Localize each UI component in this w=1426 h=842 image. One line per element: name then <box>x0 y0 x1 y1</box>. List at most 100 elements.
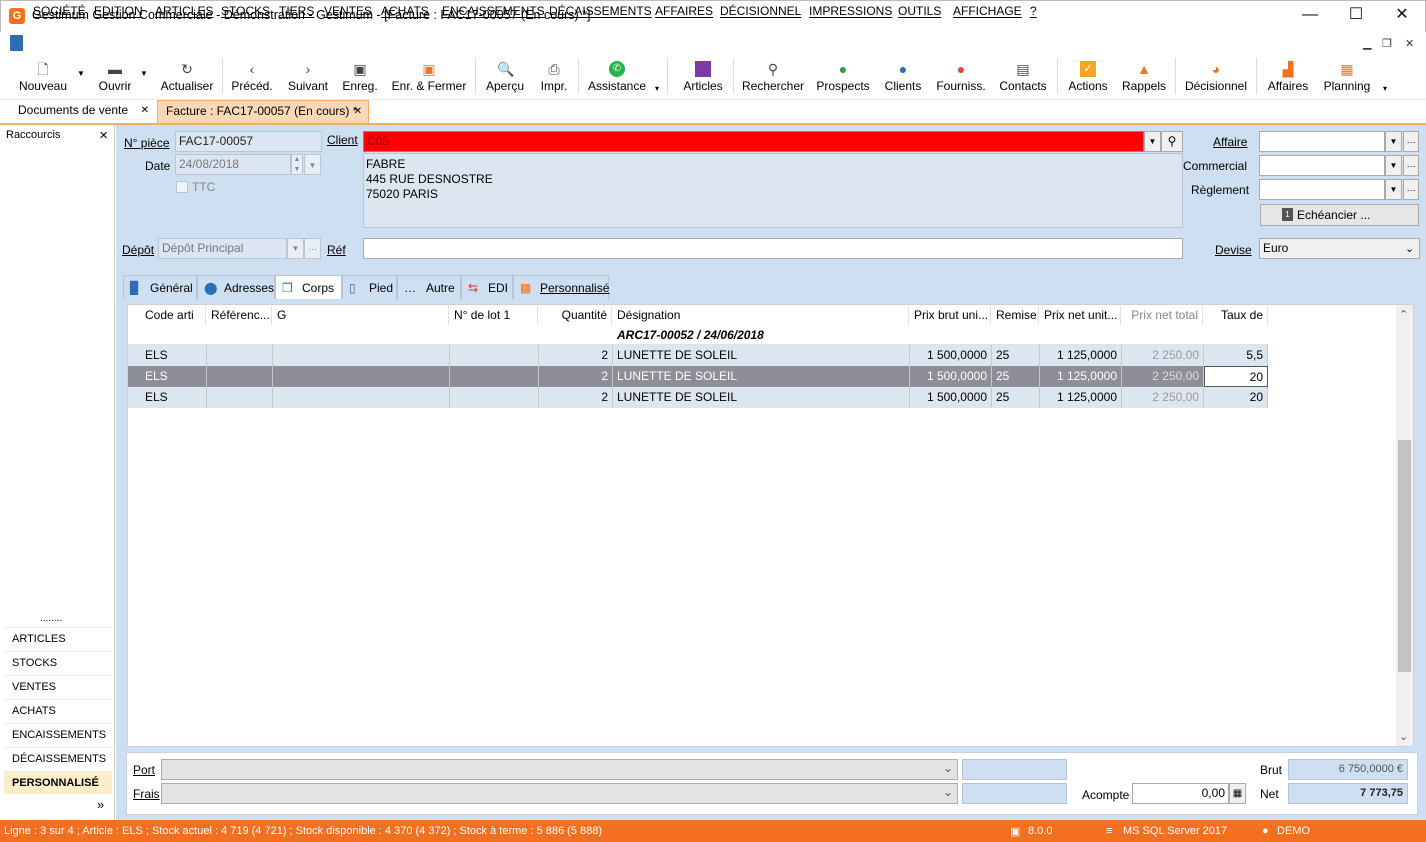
shortcut-personnalise[interactable]: PERSONNALISÉ <box>4 771 112 794</box>
menu-stocks[interactable]: STOCKS <box>221 4 270 18</box>
col-header-prix-net-total[interactable]: Prix net total <box>1122 306 1203 325</box>
toolbar-overflow-icon[interactable]: ▾ <box>655 84 659 93</box>
cell-remise[interactable]: 25 <box>992 345 1040 366</box>
tab-adresses[interactable]: ⬤ Adresses <box>197 275 275 299</box>
date-spinner[interactable]: ▲ ▼ <box>291 154 303 175</box>
commercial-field[interactable] <box>1259 155 1385 176</box>
table-row-selected[interactable]: ELS 2 LUNETTE DE SOLEIL 1 500,0000 25 1 … <box>128 366 1268 387</box>
frais-select[interactable] <box>161 783 958 804</box>
table-row[interactable]: ELS 2 LUNETTE DE SOLEIL 1 500,0000 25 1 … <box>128 387 1268 408</box>
cell-reference[interactable] <box>207 387 273 408</box>
cell-designation[interactable]: LUNETTE DE SOLEIL <box>613 366 910 387</box>
shortcuts-splitter[interactable]: ........ <box>40 613 62 624</box>
cell-remise[interactable]: 25 <box>992 366 1040 387</box>
shortcut-decaissements[interactable]: DÉCAISSEMENTS <box>4 747 112 770</box>
devise-select[interactable]: Euro <box>1259 238 1420 259</box>
depot-dropdown-icon[interactable]: ▼ <box>287 238 304 259</box>
cell-designation[interactable]: LUNETTE DE SOLEIL <box>613 387 910 408</box>
save-close-button[interactable]: ▣ Enr. & Fermer <box>389 54 469 100</box>
cell-reference[interactable] <box>207 345 273 366</box>
menu-achats[interactable]: ACHATS <box>381 4 429 18</box>
search-button[interactable]: ⚲ Rechercher <box>740 54 806 100</box>
tab-personnalise[interactable]: ▩ Personnalisé <box>513 275 609 299</box>
refresh-button[interactable]: ↻ Actualiser <box>156 54 218 100</box>
menu-ventes[interactable]: VENTES <box>324 4 372 18</box>
cell-reference[interactable] <box>207 366 273 387</box>
date-dropdown-icon[interactable]: ▼ <box>304 154 321 175</box>
cell-code[interactable]: ELS <box>141 366 207 387</box>
cell-code[interactable]: ELS <box>141 387 207 408</box>
col-header-designation[interactable]: Désignation <box>613 306 909 325</box>
tab-pied[interactable]: ▯ Pied <box>342 275 397 299</box>
cell-prix-brut[interactable]: 1 500,0000 <box>910 366 992 387</box>
menu-tiers[interactable]: TIERS <box>279 4 314 18</box>
affaire-field[interactable] <box>1259 131 1385 152</box>
mdi-restore-icon[interactable]: ❐ <box>1382 37 1392 50</box>
tab-general[interactable]: ▉ Général <box>123 275 197 299</box>
menu-edition[interactable]: EDITION <box>94 4 143 18</box>
doc-tab-facture[interactable]: Facture : FAC17-00057 (En cours) * ✕ <box>157 100 369 123</box>
cell-g[interactable] <box>273 345 450 366</box>
date-field[interactable]: 24/08/2018 <box>175 154 291 175</box>
menu-encaissements[interactable]: ENCAISSEMENTS <box>442 4 545 18</box>
tab-edi[interactable]: ⇆ EDI <box>461 275 513 299</box>
scrollbar-thumb[interactable] <box>1398 440 1411 672</box>
grid-group-row[interactable]: ARC17-00052 / 24/06/2018 <box>128 325 1268 345</box>
menu-impressions[interactable]: IMPRESSIONS <box>809 4 892 18</box>
acompte-field[interactable]: 0,00 <box>1132 783 1229 804</box>
doc-tab-close-icon[interactable]: ✕ <box>141 100 149 121</box>
col-header-taux[interactable]: Taux de <box>1204 306 1268 325</box>
affaire-more-icon[interactable]: … <box>1403 131 1419 152</box>
cell-g[interactable] <box>273 366 450 387</box>
previous-button[interactable]: ‹ Précéd. <box>228 54 276 100</box>
col-header-remise[interactable]: Remise <box>992 306 1039 325</box>
mdi-minimize-icon[interactable]: ▁ <box>1363 37 1371 50</box>
planning-button[interactable]: ▦ Planning <box>1320 54 1374 100</box>
frais-amount-field[interactable] <box>962 783 1067 804</box>
cell-taux-editing[interactable]: 20 <box>1204 366 1268 387</box>
tab-corps[interactable]: ❐ Corps <box>275 275 342 300</box>
menu-societe[interactable]: SOCIÉTÉ <box>33 4 86 18</box>
cell-quantite[interactable]: 2 <box>539 345 613 366</box>
cell-taux[interactable]: 20 <box>1204 387 1268 408</box>
ref-field[interactable] <box>363 238 1183 259</box>
save-button[interactable]: ▣ Enreg. <box>338 54 382 100</box>
cell-prix-net[interactable]: 1 125,0000 <box>1040 345 1122 366</box>
port-select[interactable] <box>161 759 958 780</box>
col-header-code[interactable]: Code arti <box>141 306 206 325</box>
shortcut-articles[interactable]: ARTICLES <box>4 627 112 650</box>
shortcuts-close-icon[interactable]: ✕ <box>99 129 108 142</box>
cell-remise[interactable]: 25 <box>992 387 1040 408</box>
toolbar-overflow-icon[interactable]: ▾ <box>1383 84 1387 93</box>
print-button[interactable]: ⎙ Impr. <box>536 54 572 100</box>
scroll-down-icon[interactable]: ⌄ <box>1399 730 1408 743</box>
menu-help[interactable]: ? <box>1030 4 1037 18</box>
cell-quantite[interactable]: 2 <box>539 366 613 387</box>
piece-field[interactable]: FAC17-00057 <box>175 131 322 152</box>
client-dropdown-icon[interactable]: ▼ <box>1144 131 1161 152</box>
menu-decaissements[interactable]: DÉCAISSEMENTS <box>549 4 652 18</box>
menu-affichage[interactable]: AFFICHAGE <box>953 4 1022 18</box>
actions-button[interactable]: ✓ Actions <box>1064 54 1112 100</box>
open-button[interactable]: ▬ Ouvrir <box>92 54 138 100</box>
cell-prix-brut[interactable]: 1 500,0000 <box>910 345 992 366</box>
reglement-more-icon[interactable]: … <box>1403 179 1419 200</box>
reglement-dropdown-icon[interactable]: ▼ <box>1385 179 1402 200</box>
scroll-up-icon[interactable]: ⌃ <box>1399 308 1408 321</box>
echeancier-button[interactable]: 1 Echéancier ... <box>1260 204 1419 226</box>
new-dropdown-icon[interactable]: ▼ <box>77 69 85 78</box>
cell-lot[interactable] <box>450 366 539 387</box>
open-dropdown-icon[interactable]: ▼ <box>140 69 148 78</box>
depot-field[interactable]: Dépôt Principal <box>158 238 287 259</box>
col-header-lot[interactable]: N° de lot 1 <box>450 306 538 325</box>
reminders-button[interactable]: ▲ Rappels <box>1120 54 1168 100</box>
shortcuts-more-icon[interactable]: » <box>97 797 104 812</box>
assistance-button[interactable]: ✆ Assistance <box>585 54 649 100</box>
shortcut-stocks[interactable]: STOCKS <box>4 651 112 674</box>
tab-autre[interactable]: … Autre <box>397 275 461 299</box>
cell-quantite[interactable]: 2 <box>539 387 613 408</box>
commercial-more-icon[interactable]: … <box>1403 155 1419 176</box>
col-header-prix-net[interactable]: Prix net unit... <box>1040 306 1121 325</box>
new-button[interactable]: 🗋 Nouveau <box>10 54 76 100</box>
shortcut-encaissements[interactable]: ENCAISSEMENTS <box>4 723 112 746</box>
